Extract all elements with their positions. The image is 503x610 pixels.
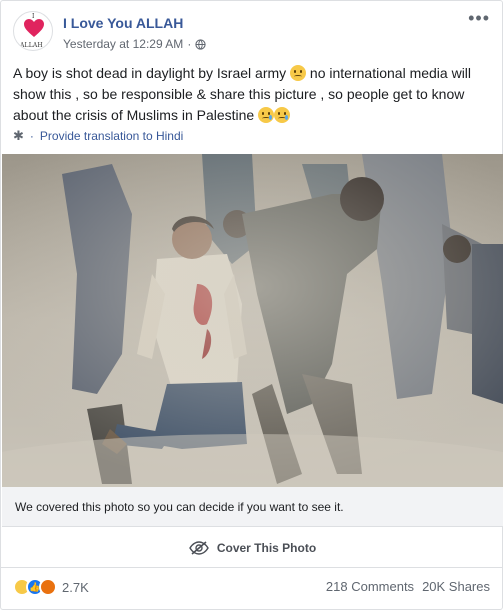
avatar[interactable]: I ALLAH — [13, 11, 53, 51]
post-header: I ALLAH I Love You ALLAH Yesterday at 12… — [13, 9, 490, 55]
comments-count-link[interactable]: 218 Comments — [326, 579, 414, 594]
page-name-link[interactable]: I Love You ALLAH — [63, 15, 183, 31]
translation-prompt[interactable]: ✱ · Provide translation to Hindi — [13, 128, 183, 144]
photo-scene — [2, 154, 503, 487]
post-footer: 👍 2.7K 218 Comments 20K Shares — [13, 575, 490, 599]
angry-reaction-icon — [39, 578, 57, 596]
meta-separator: · — [187, 37, 192, 51]
cover-photo-label: Cover This Photo — [216, 540, 317, 555]
heart-icon — [24, 19, 44, 37]
sensitive-notice-bar: We covered this photo so you can decide … — [2, 487, 503, 527]
post-text-part1: A boy is shot dead in daylight by Israel… — [13, 65, 291, 81]
shares-count-link[interactable]: 20K Shares — [422, 579, 490, 594]
engagement-counts: 218 Comments 20K Shares — [326, 579, 490, 594]
eye-slash-icon — [189, 540, 209, 555]
post-message: A boy is shot dead in daylight by Israel… — [13, 63, 493, 126]
gear-icon: ✱ — [13, 128, 24, 143]
timestamp-link[interactable]: Yesterday at 12:29 AM — [63, 37, 183, 51]
feed-post: I ALLAH I Love You ALLAH Yesterday at 12… — [0, 0, 503, 610]
sensitive-notice-text: We covered this photo so you can decide … — [15, 500, 344, 514]
disappointed-emoji-icon — [290, 65, 307, 81]
crying-emoji-icon — [274, 107, 291, 123]
ellipsis-icon[interactable]: ••• — [468, 9, 490, 27]
cover-photo-button[interactable]: Cover This Photo — [1, 528, 503, 568]
translate-separator: · — [29, 129, 34, 143]
reaction-count: 2.7K — [62, 579, 89, 595]
avatar-caption-bottom: ALLAH — [20, 42, 43, 49]
reactions-summary[interactable]: 👍 2.7K — [13, 578, 89, 596]
post-meta: Yesterday at 12:29 AM · — [63, 37, 206, 51]
crying-emoji-icon — [258, 107, 275, 123]
globe-icon[interactable] — [195, 38, 206, 50]
translate-link[interactable]: Provide translation to Hindi — [40, 129, 183, 143]
post-photo[interactable] — [2, 154, 503, 487]
